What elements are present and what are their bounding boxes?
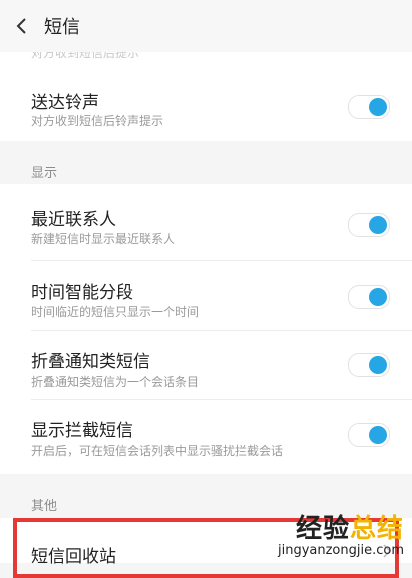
watermark-main: 经验总结	[278, 508, 404, 545]
watermark-main-a: 经验	[295, 514, 350, 544]
toggle-knob	[369, 216, 387, 234]
setting-title: 最近联系人	[31, 210, 116, 230]
watermark-sub: jingyanzongjie.com	[277, 543, 404, 558]
setting-recent-contacts[interactable]: 最近联系人 新建短信时显示最近联系人	[0, 184, 412, 261]
section-label-other: 其他	[31, 499, 58, 514]
toggle-knob	[369, 288, 387, 306]
toggle-show-blocked[interactable]	[348, 423, 390, 447]
toggle-knob	[369, 356, 387, 374]
partial-row-text: 对方收到短信后提示	[31, 52, 140, 60]
setting-fold-notifications[interactable]: 折叠通知类短信 折叠通知类短信为一个会话条目	[0, 331, 412, 400]
page-title: 短信	[44, 17, 80, 38]
toggle-smart-time-grouping[interactable]	[348, 285, 390, 309]
setting-title: 显示拦截短信	[31, 421, 133, 441]
toggle-knob	[369, 426, 387, 444]
app-header: 短信	[0, 0, 412, 52]
setting-subtitle: 折叠通知类短信为一个会话条目	[31, 375, 200, 389]
watermark: 经验总结 jingyanzongjie.com	[278, 508, 404, 558]
setting-show-blocked[interactable]: 显示拦截短信 开启后，可在短信会话列表中显示骚扰拦截会话	[0, 400, 412, 474]
setting-title: 送达铃声	[31, 93, 99, 113]
setting-subtitle: 新建短信时显示最近联系人	[31, 232, 176, 246]
toggle-fold-notifications[interactable]	[348, 353, 390, 377]
sms-trash-title: 短信回收站	[31, 547, 116, 567]
settings-card-2: 最近联系人 新建短信时显示最近联系人 时间智能分段 时间临近的短信只显示一个时间…	[0, 184, 412, 474]
setting-delivery-ringtone[interactable]: 送达铃声 对方收到短信后铃声提示	[0, 71, 412, 141]
setting-subtitle: 时间临近的短信只显示一个时间	[31, 305, 200, 319]
watermark-main-b: 总结	[349, 514, 404, 544]
toggle-delivery-ringtone[interactable]	[348, 95, 390, 119]
setting-title: 时间智能分段	[31, 283, 133, 303]
section-label-display: 显示	[31, 166, 58, 181]
settings-card-1: 送达铃声 对方收到短信后铃声提示	[0, 71, 412, 141]
partial-row: 对方收到短信后提示	[0, 52, 412, 71]
toggle-knob	[369, 98, 387, 116]
setting-title: 折叠通知类短信	[31, 352, 150, 372]
setting-subtitle: 对方收到短信后铃声提示	[31, 114, 164, 128]
toggle-recent-contacts[interactable]	[348, 213, 390, 237]
setting-smart-time-grouping[interactable]: 时间智能分段 时间临近的短信只显示一个时间	[0, 261, 412, 331]
back-arrow-icon[interactable]	[12, 16, 32, 36]
setting-subtitle: 开启后，可在短信会话列表中显示骚扰拦截会话	[31, 444, 284, 458]
